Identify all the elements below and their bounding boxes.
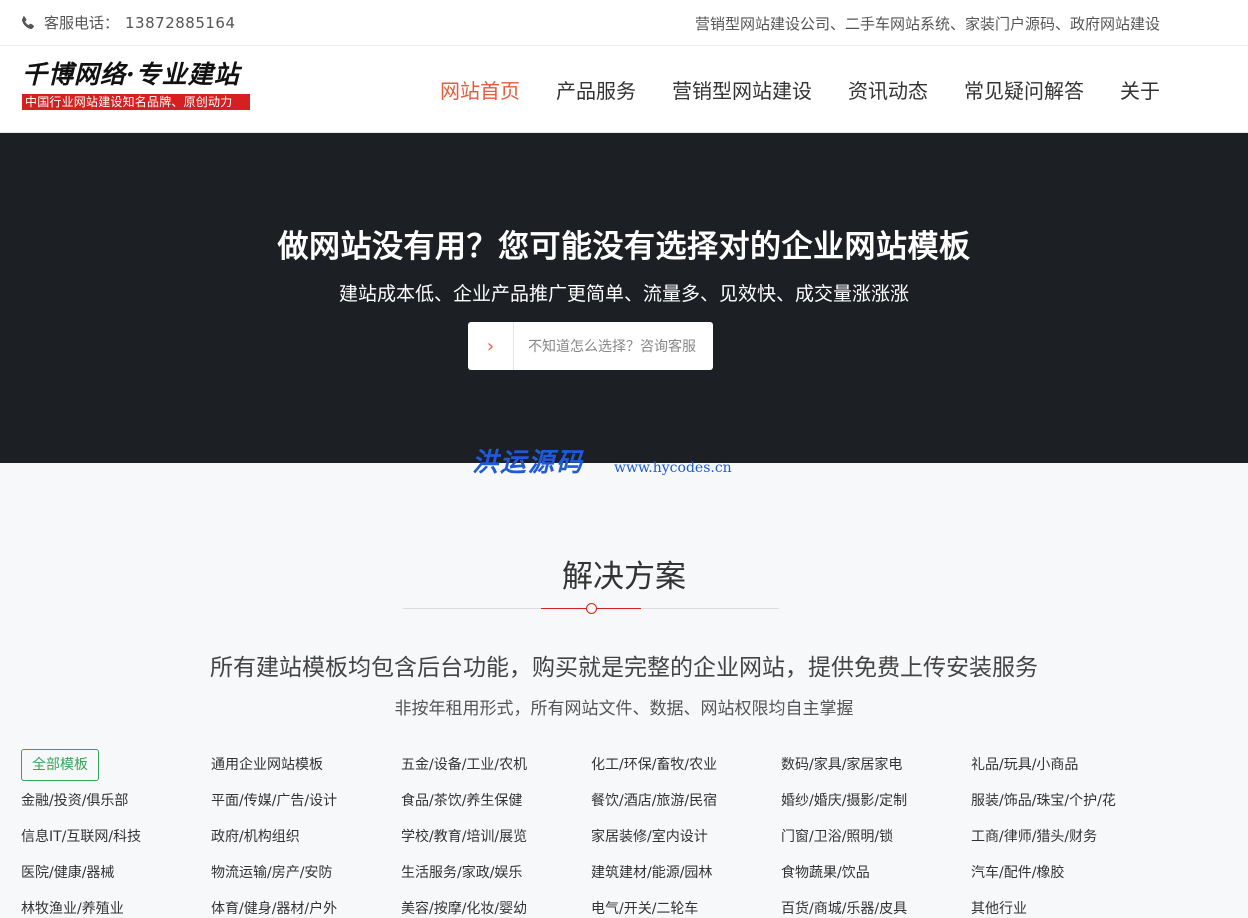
category-link[interactable]: 食品/茶饮/养生保健	[401, 785, 591, 821]
category-all-button[interactable]: 全部模板	[21, 749, 99, 781]
nav-item-home[interactable]: 网站首页	[440, 75, 520, 104]
category-link[interactable]: 学校/教育/培训/展览	[401, 821, 591, 857]
category-link[interactable]: 食物蔬果/饮品	[781, 857, 971, 893]
nav-item-news[interactable]: 资讯动态	[848, 75, 928, 104]
category-link[interactable]: 数码/家具/家居家电	[781, 749, 971, 785]
category-link[interactable]: 服装/饰品/珠宝/个护/花	[971, 785, 1161, 821]
section-lead: 所有建站模板均包含后台功能，购买就是完整的企业网站，提供免费上传安装服务	[210, 655, 1038, 681]
category-link[interactable]: 政府/机构组织	[211, 821, 401, 857]
watermark: 洪运源码 www.hycodes.cn	[472, 442, 732, 479]
category-link[interactable]: 门窗/卫浴/照明/锁	[781, 821, 971, 857]
category-link[interactable]: 金融/投资/俱乐部	[21, 785, 211, 821]
phone-icon	[21, 15, 34, 29]
section-divider	[403, 603, 779, 614]
category-link[interactable]: 医院/健康/器械	[21, 857, 211, 893]
category-link[interactable]: 通用企业网站模板	[211, 749, 401, 785]
category-link[interactable]: 物流运输/房产/安防	[211, 857, 401, 893]
category-link[interactable]: 美容/按摩/化妆/婴幼	[401, 893, 591, 918]
category-link[interactable]: 电气/开关/二轮车	[591, 893, 781, 918]
nav-item-products[interactable]: 产品服务	[556, 75, 636, 104]
hero-title: 做网站没有用？您可能没有选择对的企业网站模板	[277, 229, 971, 265]
main-nav: 网站首页 产品服务 营销型网站建设 资讯动态 常见疑问解答 关于	[404, 46, 1160, 133]
hero-subtitle: 建站成本低、企业产品推广更简单、流量多、见效快、成交量涨涨涨	[338, 283, 909, 305]
category-grid: 全部模板 通用企业网站模板 五金/设备/工业/农机 化工/环保/畜牧/农业 数码…	[21, 749, 1221, 918]
site-header: 千博网络·专业建站 中国行业网站建设知名品牌、原创动力 网站首页 产品服务 营销…	[0, 46, 1248, 133]
category-link[interactable]: 其他行业	[971, 893, 1161, 918]
logo-title: 千博网络·专业建站	[22, 60, 240, 89]
category-link[interactable]: 婚纱/婚庆/摄影/定制	[781, 785, 971, 821]
nav-item-marketing-sites[interactable]: 营销型网站建设	[672, 75, 812, 104]
top-tagline: 营销型网站建设公司、二手车网站系统、家装门户源码、政府网站建设	[694, 15, 1160, 33]
site-logo[interactable]: 千博网络·专业建站 中国行业网站建设知名品牌、原创动力	[22, 60, 250, 110]
category-link[interactable]: 化工/环保/畜牧/农业	[591, 749, 781, 785]
category-link[interactable]: 信息IT/互联网/科技	[21, 821, 211, 857]
category-link[interactable]: 林牧渔业/养殖业	[21, 893, 211, 918]
category-link[interactable]: 百货/商城/乐器/皮具	[781, 893, 971, 918]
category-link[interactable]: 工商/律师/猎头/财务	[971, 821, 1161, 857]
phone-number: 13872885164	[125, 13, 236, 32]
category-link[interactable]: 礼品/玩具/小商品	[971, 749, 1161, 785]
category-link[interactable]: 建筑建材/能源/园林	[591, 857, 781, 893]
watermark-name: 洪运源码	[472, 448, 585, 478]
logo-subtitle: 中国行业网站建设知名品牌、原创动力	[22, 94, 250, 110]
phone-label: 客服电话：	[44, 14, 120, 32]
divider-dot	[586, 603, 597, 614]
category-link[interactable]: 餐饮/酒店/旅游/民宿	[591, 785, 781, 821]
category-link[interactable]: 平面/传媒/广告/设计	[211, 785, 401, 821]
nav-item-about[interactable]: 关于	[1120, 75, 1160, 104]
consult-button[interactable]: › 不知道怎么选择？咨询客服	[468, 322, 713, 370]
top-bar: 客服电话： 13872885164 营销型网站建设公司、二手车网站系统、家装门户…	[0, 0, 1248, 46]
category-link[interactable]: 体育/健身/器材/户外	[211, 893, 401, 918]
category-link[interactable]: 汽车/配件/橡胶	[971, 857, 1161, 893]
category-link[interactable]: 生活服务/家政/娱乐	[401, 857, 591, 893]
section-title: 解决方案	[562, 559, 686, 595]
section-lead-secondary: 非按年租用形式，所有网站文件、数据、网站权限均自主掌握	[394, 699, 854, 719]
hero-banner: 做网站没有用？您可能没有选择对的企业网站模板 建站成本低、企业产品推广更简单、流…	[0, 133, 1248, 463]
nav-item-faq[interactable]: 常见疑问解答	[964, 75, 1084, 104]
phone-info: 客服电话： 13872885164	[20, 12, 236, 33]
watermark-url: www.hycodes.cn	[614, 460, 732, 476]
consult-button-label: 不知道怎么选择？咨询客服	[528, 339, 696, 355]
chevron-right-icon: ›	[468, 322, 514, 370]
category-link[interactable]: 五金/设备/工业/农机	[401, 749, 591, 785]
category-link[interactable]: 家居装修/室内设计	[591, 821, 781, 857]
